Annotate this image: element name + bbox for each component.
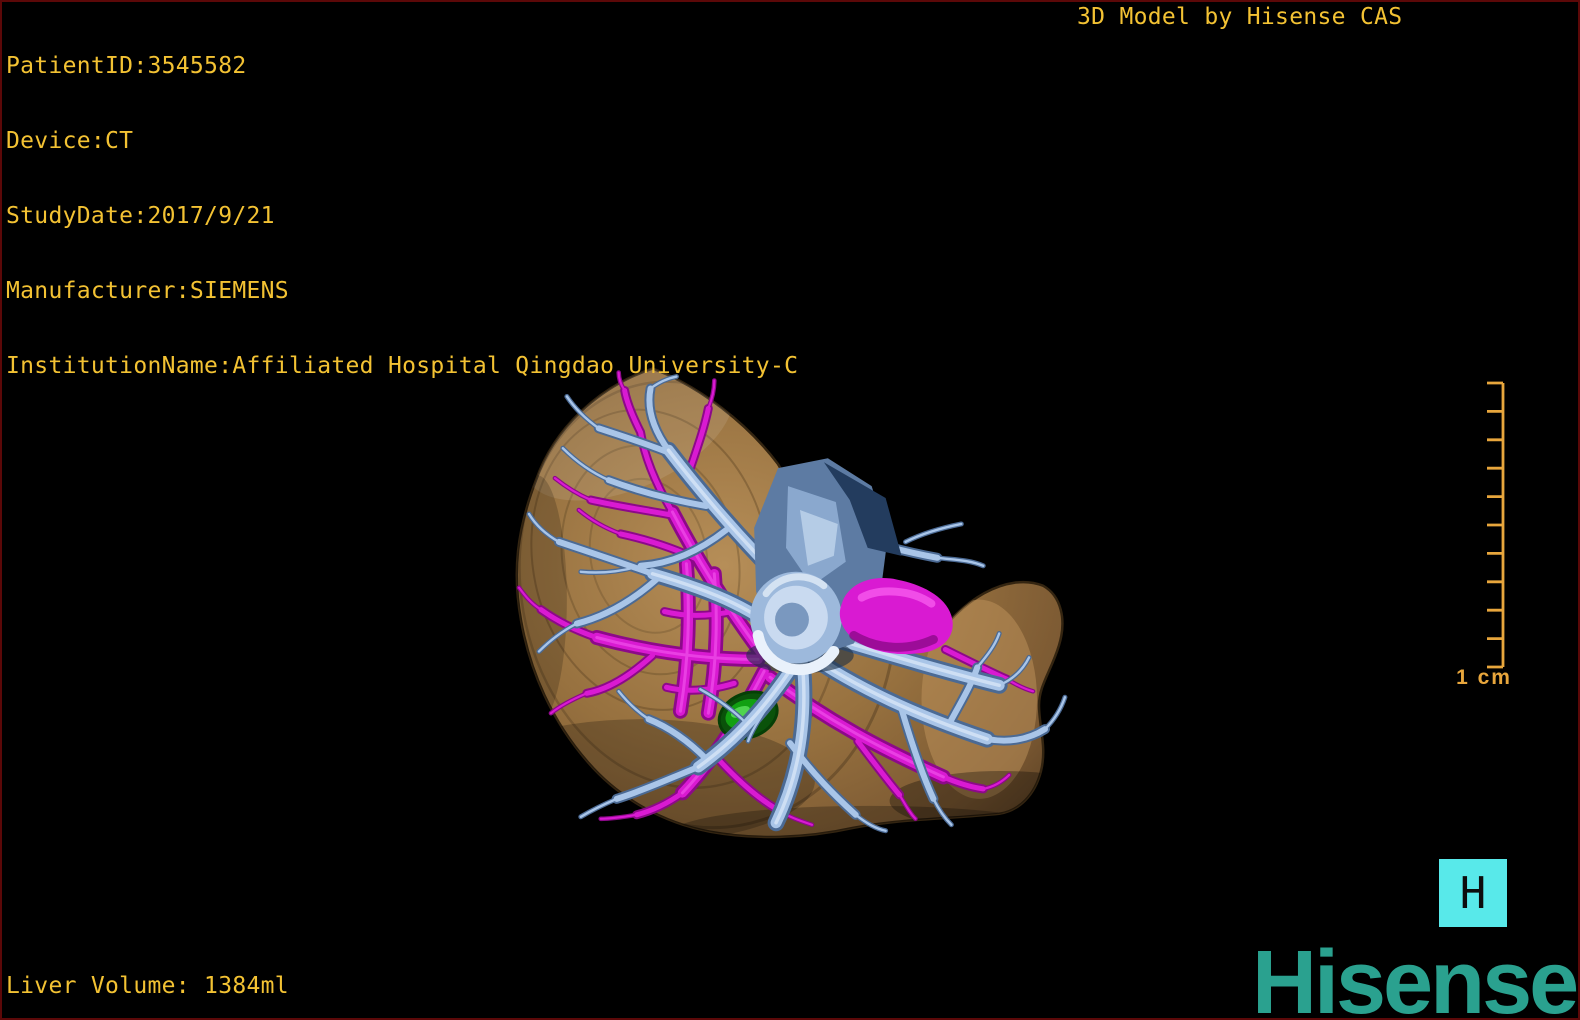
scale-bar-label: 1 cm [1456,666,1512,689]
device-line: Device:CT [6,128,134,154]
hisense-logo: Hisense [1252,933,1578,1020]
viewer-window: PatientID:3545582 Device:CT StudyDate:20… [0,0,1580,1020]
study-date-line: StudyDate:2017/9/21 [6,203,275,229]
patient-id-line: PatientID:3545582 [6,53,247,79]
liver-volume-text: Liver Volume: 1384ml [6,973,289,999]
scale-bar-ruler [1487,381,1505,669]
watermark-text: 3D Model by Hisense CAS [1077,4,1403,30]
institution-line: InstitutionName:Affiliated Hospital Qing… [6,353,799,379]
manufacturer-line: Manufacturer:SIEMENS [6,278,289,304]
orientation-h-button[interactable]: H [1439,859,1507,927]
patient-info-block: PatientID:3545582 Device:CT StudyDate:20… [6,4,798,429]
